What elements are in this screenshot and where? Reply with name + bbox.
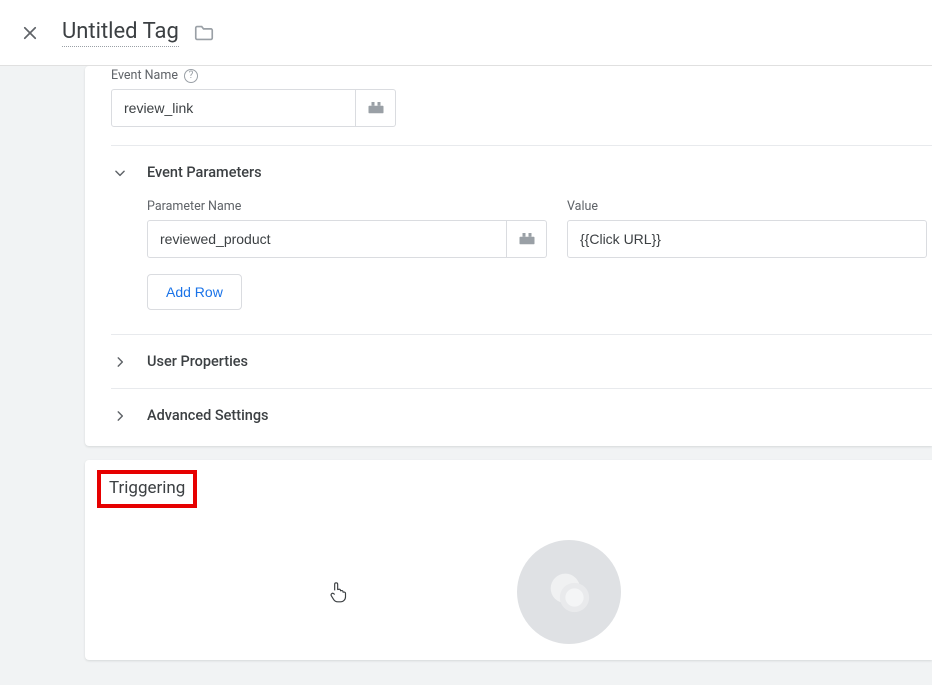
param-value-input[interactable] <box>567 220 927 258</box>
variable-picker-button[interactable] <box>507 220 547 258</box>
folder-icon <box>193 22 215 44</box>
advanced-settings-title: Advanced Settings <box>147 407 269 424</box>
brick-icon <box>367 101 385 115</box>
event-name-label: Event Name ? <box>111 68 932 83</box>
advanced-settings-toggle[interactable]: Advanced Settings <box>111 389 932 446</box>
param-name-input[interactable] <box>147 220 507 258</box>
event-parameters-title: Event Parameters <box>147 164 262 181</box>
folder-button[interactable] <box>193 22 215 44</box>
cursor-hand-icon <box>328 580 348 604</box>
add-row-button[interactable]: Add Row <box>147 274 242 310</box>
add-trigger-placeholder[interactable] <box>517 540 621 644</box>
param-value-column: Value <box>567 199 927 258</box>
chevron-right-icon <box>111 355 129 369</box>
close-button[interactable] <box>18 21 42 45</box>
chevron-right-icon <box>111 409 129 423</box>
event-name-field-group: Event Name ? <box>111 66 932 145</box>
help-icon[interactable]: ? <box>184 69 198 83</box>
tag-configuration-card: Event Name ? Event Parameters Parameter … <box>85 66 932 446</box>
event-parameters-body: Parameter Name Value Add Row <box>111 199 932 334</box>
user-properties-title: User Properties <box>147 353 248 370</box>
variable-picker-button[interactable] <box>356 89 396 127</box>
event-parameters-toggle[interactable]: Event Parameters <box>111 146 932 199</box>
triggering-highlight: Triggering <box>97 470 197 508</box>
close-icon <box>21 24 39 42</box>
event-name-input[interactable] <box>111 89 356 127</box>
brick-icon <box>518 232 536 246</box>
triggering-card[interactable]: Triggering <box>85 460 932 660</box>
event-name-label-text: Event Name <box>111 68 178 83</box>
user-properties-toggle[interactable]: User Properties <box>111 335 932 388</box>
tag-placeholder-icon <box>547 570 591 614</box>
param-value-label: Value <box>567 199 927 214</box>
param-name-column: Parameter Name <box>147 199 547 258</box>
editor-header: Untitled Tag <box>0 0 932 66</box>
param-name-label: Parameter Name <box>147 199 547 214</box>
tag-title-input[interactable]: Untitled Tag <box>62 19 179 47</box>
chevron-down-icon <box>111 166 129 180</box>
triggering-title: Triggering <box>109 478 185 498</box>
